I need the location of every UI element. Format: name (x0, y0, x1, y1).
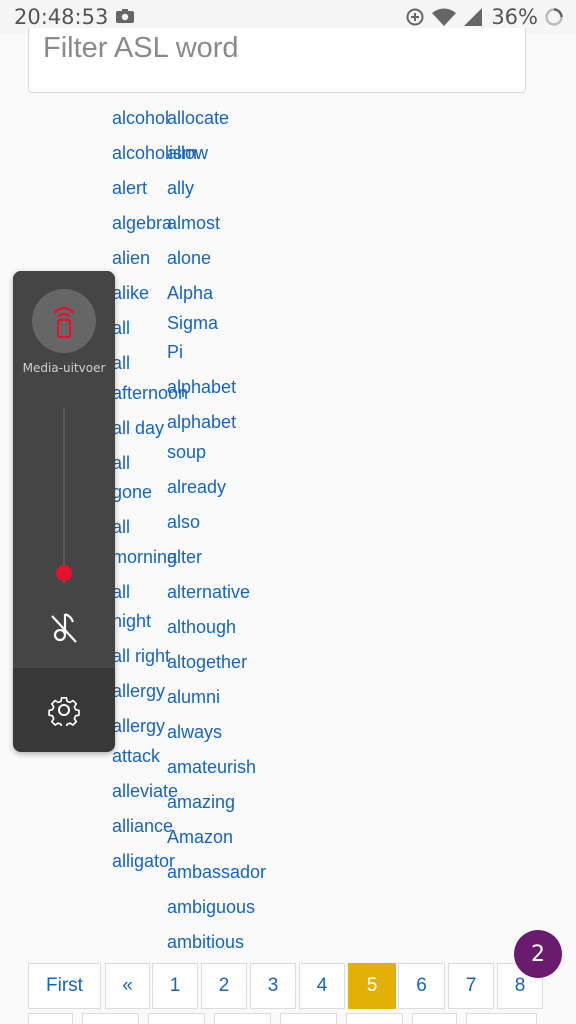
page-button-2[interactable]: 2 (201, 963, 247, 1009)
cell-signal-icon (464, 8, 483, 26)
word-link[interactable]: all day (112, 414, 172, 444)
page-button[interactable] (280, 1013, 337, 1024)
music-off-icon[interactable] (49, 610, 79, 644)
word-link[interactable]: all right (112, 642, 172, 672)
remote-speaker-icon (53, 306, 75, 338)
filter-input[interactable] (43, 28, 513, 68)
cast-button[interactable] (32, 289, 96, 353)
page-button[interactable] (28, 1013, 73, 1024)
word-link[interactable]: alphabet (167, 373, 307, 403)
page-button-6[interactable]: 6 (398, 963, 445, 1009)
battery-charging-icon (545, 8, 563, 26)
page-button[interactable] (82, 1013, 139, 1024)
page-button[interactable] (214, 1013, 271, 1024)
page-button-5-active[interactable]: 5 (348, 963, 396, 1009)
word-link[interactable]: all morning (112, 513, 177, 572)
page-button-3[interactable]: 3 (250, 963, 296, 1009)
word-link[interactable]: allow (167, 139, 307, 169)
word-link[interactable]: Alpha Sigma Pi (167, 279, 227, 368)
word-link[interactable]: amateurish (167, 753, 307, 783)
word-link[interactable]: allergy attack (112, 712, 172, 771)
word-link[interactable]: almost (167, 209, 307, 239)
page-first-button[interactable]: First (28, 963, 101, 1009)
volume-slider-thumb[interactable] (56, 564, 72, 581)
media-output-panel: Media-uitvoer (13, 271, 115, 752)
word-link[interactable]: Amazon (167, 823, 307, 853)
media-output-label: Media-uitvoer (22, 361, 106, 375)
wifi-icon (432, 8, 457, 26)
word-link[interactable]: ambitious (167, 928, 307, 958)
word-link[interactable]: all night (112, 578, 172, 637)
word-link[interactable]: ambassador (167, 858, 307, 888)
word-link[interactable]: always (167, 718, 307, 748)
word-link[interactable]: also (167, 508, 307, 538)
word-link[interactable]: although (167, 613, 307, 643)
page-button-7[interactable]: 7 (448, 963, 494, 1009)
word-link[interactable]: allocate (167, 104, 307, 134)
page-prev-button[interactable]: « (105, 963, 150, 1009)
word-link[interactable]: amazing (167, 788, 307, 818)
filter-box (28, 28, 526, 93)
page-button[interactable] (148, 1013, 205, 1024)
volume-slider-track[interactable] (63, 408, 65, 583)
word-link[interactable]: all afternoon (112, 349, 188, 408)
camera-icon (116, 9, 134, 23)
word-link[interactable]: alone (167, 244, 307, 274)
page-button-1[interactable]: 1 (152, 963, 198, 1009)
page-button[interactable] (466, 1013, 537, 1024)
word-link[interactable]: alumni (167, 683, 307, 713)
battery-percent: 36% (491, 5, 538, 29)
status-time: 20:48:53 (14, 5, 109, 29)
gear-icon[interactable] (48, 694, 80, 726)
page-button[interactable] (346, 1013, 403, 1024)
page-button-4[interactable]: 4 (299, 963, 345, 1009)
word-link[interactable]: alter (167, 543, 307, 573)
word-link[interactable]: alphabet soup (167, 408, 247, 467)
word-link[interactable]: ambiguous (167, 893, 307, 923)
word-link[interactable]: already (167, 473, 307, 503)
word-link[interactable]: all gone (112, 449, 172, 508)
word-link[interactable]: altogether (167, 648, 307, 678)
word-link[interactable]: alternative (167, 578, 307, 608)
notification-badge[interactable]: 2 (514, 930, 562, 978)
word-list-column-b: allocate allow ally almost alone Alpha S… (167, 104, 307, 963)
word-link[interactable]: ally (167, 174, 307, 204)
page-button[interactable] (412, 1013, 457, 1024)
status-icons: 36% (405, 4, 564, 30)
data-saver-icon (406, 8, 424, 26)
